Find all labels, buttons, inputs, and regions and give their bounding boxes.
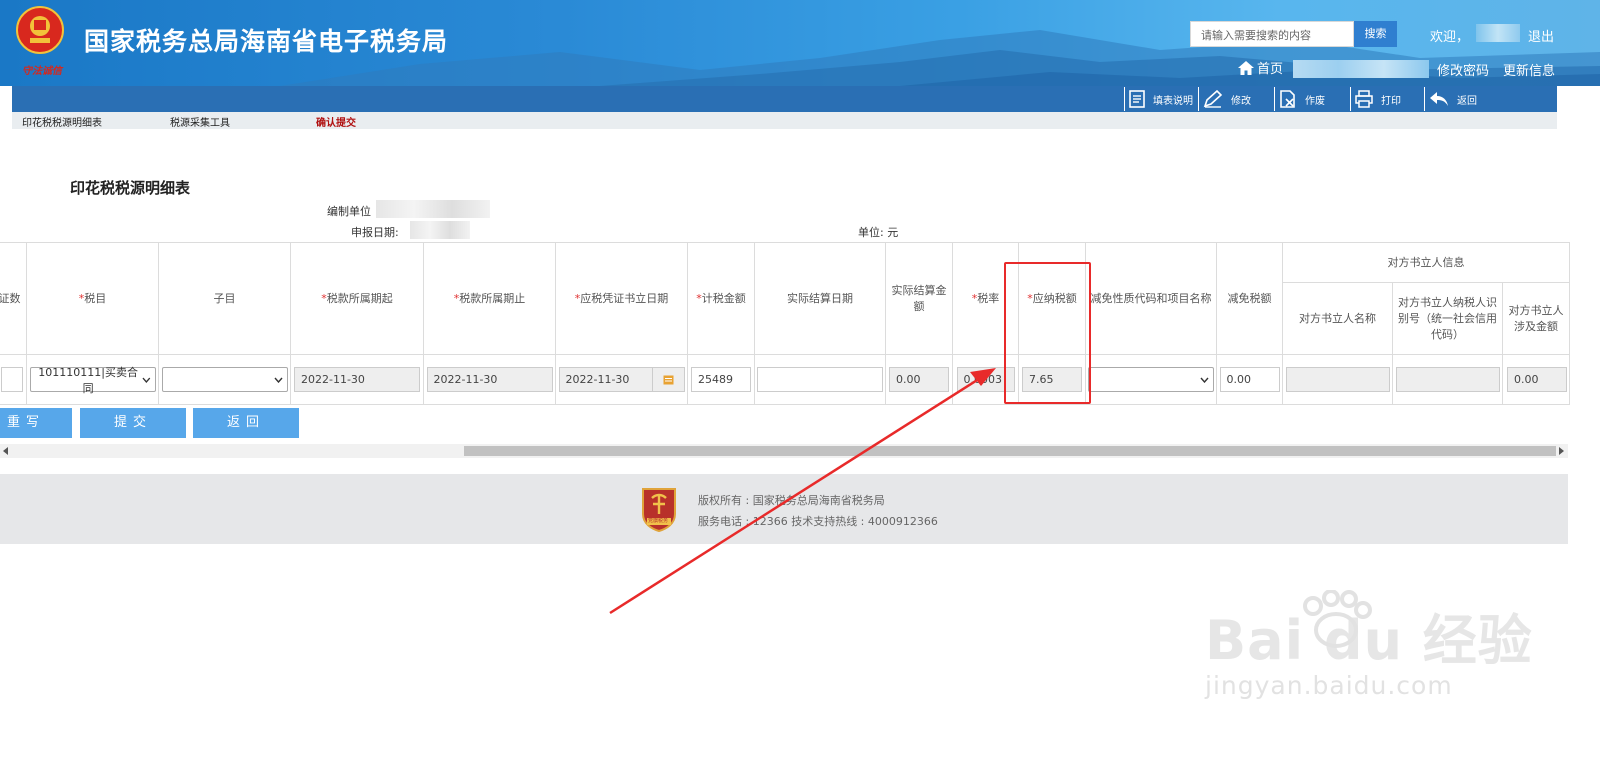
- period-start-field[interactable]: 2022-11-30: [294, 367, 420, 392]
- col-header-period-end: *税款所属期止: [423, 242, 556, 355]
- change-password-link[interactable]: 修改密码: [1437, 60, 1489, 79]
- back-arrow-icon: [1430, 92, 1448, 106]
- actual-settle-date-field[interactable]: [757, 367, 883, 392]
- relief-amount-field[interactable]: 0.00: [1219, 367, 1280, 392]
- row-cell-0: [0, 354, 27, 405]
- col-header-cp-name: 对方书立人名称: [1282, 282, 1393, 355]
- tax-item-value: 101110111|买卖合同: [38, 365, 138, 395]
- chevron-down-icon: [273, 377, 283, 383]
- relief-code-select[interactable]: [1088, 367, 1214, 392]
- submit-button[interactable]: 提交: [80, 408, 186, 438]
- welcome-text: 欢迎，: [1430, 30, 1470, 45]
- sub-item-select[interactable]: [161, 367, 288, 392]
- scrollbar-thumb[interactable]: [464, 446, 1556, 456]
- col-header-taxable-amount: *计税金额: [687, 242, 755, 355]
- period-end-field[interactable]: 2022-11-30: [426, 367, 553, 392]
- party-badge-text: 党旗税务: [648, 518, 669, 524]
- table-row: 101110111|买卖合同 2022-11-30 2022-11-30 202…: [0, 354, 1570, 405]
- cp-amount-field[interactable]: 0.00: [1507, 367, 1567, 392]
- col-header-tax-item: *税目: [26, 242, 159, 355]
- prepared-by-label: 编制单位: [327, 205, 371, 218]
- modify-label: 修改: [1231, 95, 1251, 107]
- col-header-cp-taxid: 对方书立人纳税人识别号（统一社会信用代码）: [1392, 282, 1503, 355]
- redacted-username: [1476, 24, 1520, 42]
- voucher-date-field[interactable]: 2022-11-30: [558, 367, 653, 392]
- site-header: 守法诚信 国家税务总局海南省电子税务局 请输入需要搜索的内容 搜索 欢迎， 退出…: [0, 0, 1600, 86]
- tab-stamp-tax-detail[interactable]: 印花税税源明细表: [22, 114, 102, 129]
- calendar-icon[interactable]: [652, 367, 685, 392]
- col-header-relief-code: 减免性质代码和项目名称: [1085, 242, 1217, 355]
- baidu-watermark: Bai du 经验 jingyan.baidu.com: [1205, 590, 1533, 700]
- col-header-voucher-date: *应税凭证书立日期: [555, 242, 688, 355]
- scroll-right-icon[interactable]: [1558, 447, 1564, 455]
- col-header-0: 证数: [0, 242, 27, 355]
- report-date-label: 申报日期:: [351, 226, 399, 239]
- footer: 党旗税务 版权所有 : 国家税务总局海南省税务局 服务电话 : 12366 技术…: [0, 474, 1568, 544]
- void-label: 作废: [1305, 95, 1325, 107]
- col-header-period-start: *税款所属期起: [290, 242, 424, 355]
- service-phone-text: 服务电话 : 12366 技术支持热线 : 4000912366: [698, 515, 938, 528]
- site-title: 国家税务总局海南省电子税务局: [84, 27, 449, 56]
- redacted-date: [410, 221, 470, 239]
- search-button[interactable]: 搜索: [1354, 21, 1397, 47]
- reset-button[interactable]: 重写: [0, 408, 72, 438]
- chevron-down-icon: [142, 377, 151, 383]
- form-title: 印花税税源明细表: [70, 179, 191, 197]
- voucher-date-picker[interactable]: 2022-11-30: [558, 367, 685, 392]
- row-input-0[interactable]: [1, 367, 23, 392]
- national-emblem-icon: [16, 6, 64, 54]
- search-input[interactable]: 请输入需要搜索的内容: [1190, 21, 1354, 47]
- print-button[interactable]: 打印: [1350, 87, 1424, 111]
- fill-instructions-label: 填表说明: [1153, 95, 1193, 107]
- home-icon: [1238, 60, 1254, 75]
- party-badge-logo: 党旗税务: [640, 486, 678, 535]
- watermark-url: jingyan.baidu.com: [1205, 671, 1453, 700]
- paw-icon: [1303, 590, 1372, 648]
- col-header-cp-amount: 对方书立人涉及金额: [1502, 282, 1570, 355]
- unit-label: 单位: 元: [858, 226, 899, 239]
- print-label: 打印: [1381, 95, 1401, 107]
- toolbar: 填表说明 修改 作废 打印 返回: [12, 86, 1557, 112]
- logout-link[interactable]: 退出: [1528, 26, 1554, 45]
- scroll-left-icon[interactable]: [3, 447, 9, 455]
- emblem-motto: 守法诚信: [22, 66, 62, 77]
- back-toolbar-button[interactable]: 返回: [1424, 87, 1500, 111]
- back-button[interactable]: 返回: [193, 408, 299, 438]
- redacted-user-info: [1293, 60, 1429, 78]
- document-icon: [1129, 90, 1145, 108]
- pencil-icon: [1203, 90, 1223, 108]
- horizontal-scrollbar[interactable]: [0, 444, 1568, 458]
- col-header-relief-amount: 减免税额: [1216, 242, 1283, 355]
- void-button[interactable]: 作废: [1274, 87, 1350, 111]
- home-label: 首页: [1257, 62, 1284, 77]
- cp-name-field[interactable]: [1285, 367, 1390, 392]
- taxable-amount-field[interactable]: 25489: [691, 367, 751, 392]
- update-info-link[interactable]: 更新信息: [1503, 60, 1555, 79]
- home-link[interactable]: 首页: [1238, 58, 1283, 77]
- actual-settle-amount-field[interactable]: 0.00: [889, 367, 949, 392]
- void-document-icon: [1280, 90, 1295, 108]
- tax-source-table: 证数 *税目 子目 *税款所属期起 *税款所属期止 *应税凭证书立日期 *计税金…: [0, 242, 1570, 405]
- copyright-text: 版权所有 : 国家税务总局海南省税务局: [698, 494, 885, 507]
- printer-icon: [1355, 90, 1373, 108]
- annotation-highlight-box: [1004, 262, 1091, 404]
- tax-item-select[interactable]: 101110111|买卖合同: [29, 366, 156, 395]
- cp-taxid-field[interactable]: [1395, 367, 1500, 392]
- chevron-down-icon: [1200, 377, 1209, 383]
- tab-confirm-submit[interactable]: 确认提交: [316, 114, 356, 129]
- col-header-actual-settle-date: 实际结算日期: [754, 242, 886, 355]
- col-header-counterparty-group: 对方书立人信息: [1282, 242, 1570, 283]
- tab-collection-tool[interactable]: 税源采集工具: [170, 114, 230, 129]
- col-header-actual-settle-amount: 实际结算金额: [885, 242, 953, 355]
- modify-button[interactable]: 修改: [1198, 87, 1274, 111]
- redacted-company: [376, 200, 490, 218]
- col-header-sub-item: 子目: [158, 242, 291, 355]
- back-toolbar-label: 返回: [1457, 95, 1477, 107]
- step-tabs: 印花税税源明细表 税源采集工具 确认提交: [12, 112, 1557, 129]
- fill-instructions-button[interactable]: 填表说明: [1124, 87, 1198, 111]
